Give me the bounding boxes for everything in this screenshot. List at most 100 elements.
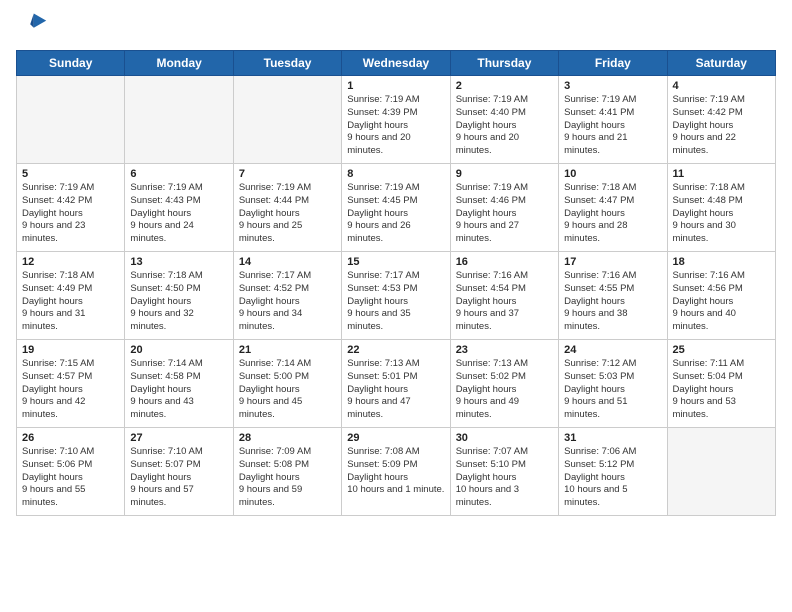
calendar-cell [17, 76, 125, 164]
calendar-header: SundayMondayTuesdayWednesdayThursdayFrid… [17, 51, 776, 76]
day-number: 12 [22, 256, 119, 268]
day-info: Sunrise: 7:15 AMSunset: 4:57 PMDaylight … [22, 358, 119, 422]
calendar-cell [125, 76, 233, 164]
calendar-cell: 7Sunrise: 7:19 AMSunset: 4:44 PMDaylight… [233, 164, 341, 252]
week-row-3: 12Sunrise: 7:18 AMSunset: 4:49 PMDayligh… [17, 252, 776, 340]
day-number: 20 [130, 344, 227, 356]
day-info: Sunrise: 7:14 AMSunset: 4:58 PMDaylight … [130, 358, 227, 422]
calendar-body: 1 Sunrise: 7:19 AMSunset: 4:39 PMDaylight… [17, 76, 776, 516]
day-number: 5 [22, 168, 119, 180]
calendar-cell: 31 Sunrise: 7:06 AMSunset: 5:12 PMDayligh… [559, 428, 667, 516]
calendar-cell: 18 Sunrise: 7:16 AMSunset: 4:56 PMDayligh… [667, 252, 775, 340]
calendar-cell: 23 Sunrise: 7:13 AMSunset: 5:02 PMDayligh… [450, 340, 558, 428]
day-number: 26 [22, 432, 119, 444]
day-info: Sunrise: 7:19 AMSunset: 4:42 PMDaylight … [22, 182, 119, 246]
header-row: SundayMondayTuesdayWednesdayThursdayFrid… [17, 51, 776, 76]
calendar-cell: 1 Sunrise: 7:19 AMSunset: 4:39 PMDaylight… [342, 76, 450, 164]
calendar-cell: 20 Sunrise: 7:14 AMSunset: 4:58 PMDayligh… [125, 340, 233, 428]
day-info: Sunrise: 7:19 AMSunset: 4:40 PMDaylight … [456, 94, 553, 158]
calendar-cell: 15 Sunrise: 7:17 AMSunset: 4:53 PMDayligh… [342, 252, 450, 340]
day-number: 6 [130, 168, 227, 180]
day-number: 10 [564, 168, 661, 180]
day-number: 16 [456, 256, 553, 268]
day-number: 29 [347, 432, 444, 444]
day-number: 23 [456, 344, 553, 356]
day-info: Sunrise: 7:10 AMSunset: 5:07 PMDaylight … [130, 446, 227, 510]
calendar-cell: 11 Sunrise: 7:18 AMSunset: 4:48 PMDayligh… [667, 164, 775, 252]
day-info: Sunrise: 7:06 AMSunset: 5:12 PMDaylight … [564, 446, 661, 510]
week-row-2: 5 Sunrise: 7:19 AMSunset: 4:42 PMDaylight… [17, 164, 776, 252]
calendar-cell: 14Sunrise: 7:17 AMSunset: 4:52 PMDayligh… [233, 252, 341, 340]
logo [16, 10, 52, 42]
calendar-cell: 5 Sunrise: 7:19 AMSunset: 4:42 PMDaylight… [17, 164, 125, 252]
calendar-cell: 13 Sunrise: 7:18 AMSunset: 4:50 PMDayligh… [125, 252, 233, 340]
day-info: Sunrise: 7:08 AMSunset: 5:09 PMDaylight … [347, 446, 444, 497]
calendar-cell: 16Sunrise: 7:16 AMSunset: 4:54 PMDayligh… [450, 252, 558, 340]
day-info: Sunrise: 7:11 AMSunset: 5:04 PMDaylight … [673, 358, 770, 422]
calendar-cell: 10 Sunrise: 7:18 AMSunset: 4:47 PMDayligh… [559, 164, 667, 252]
day-number: 13 [130, 256, 227, 268]
day-number: 31 [564, 432, 661, 444]
calendar-cell: 27 Sunrise: 7:10 AMSunset: 5:07 PMDayligh… [125, 428, 233, 516]
day-info: Sunrise: 7:13 AMSunset: 5:01 PMDaylight … [347, 358, 444, 422]
day-number: 14 [239, 256, 336, 268]
day-number: 24 [564, 344, 661, 356]
day-number: 2 [456, 80, 553, 92]
day-info: Sunrise: 7:09 AMSunset: 5:08 PMDaylight … [239, 446, 336, 510]
calendar-cell: 26 Sunrise: 7:10 AMSunset: 5:06 PMDayligh… [17, 428, 125, 516]
calendar-cell: 4Sunrise: 7:19 AMSunset: 4:42 PMDaylight… [667, 76, 775, 164]
day-number: 11 [673, 168, 770, 180]
day-number: 8 [347, 168, 444, 180]
day-number: 21 [239, 344, 336, 356]
day-number: 25 [673, 344, 770, 356]
day-info: Sunrise: 7:19 AMSunset: 4:41 PMDaylight … [564, 94, 661, 158]
day-number: 27 [130, 432, 227, 444]
day-number: 1 [347, 80, 444, 92]
day-info: Sunrise: 7:18 AMSunset: 4:50 PMDaylight … [130, 270, 227, 334]
calendar-cell: 22 Sunrise: 7:13 AMSunset: 5:01 PMDayligh… [342, 340, 450, 428]
calendar-cell: 21Sunrise: 7:14 AMSunset: 5:00 PMDayligh… [233, 340, 341, 428]
day-number: 15 [347, 256, 444, 268]
day-info: Sunrise: 7:17 AMSunset: 4:53 PMDaylight … [347, 270, 444, 334]
logo-icon [16, 10, 48, 42]
day-info: Sunrise: 7:19 AMSunset: 4:45 PMDaylight … [347, 182, 444, 246]
header-day-monday: Monday [125, 51, 233, 76]
day-number: 22 [347, 344, 444, 356]
calendar-cell: 9 Sunrise: 7:19 AMSunset: 4:46 PMDaylight… [450, 164, 558, 252]
day-number: 18 [673, 256, 770, 268]
week-row-5: 26 Sunrise: 7:10 AMSunset: 5:06 PMDayligh… [17, 428, 776, 516]
week-row-1: 1 Sunrise: 7:19 AMSunset: 4:39 PMDaylight… [17, 76, 776, 164]
day-info: Sunrise: 7:16 AMSunset: 4:56 PMDaylight … [673, 270, 770, 334]
calendar-table: SundayMondayTuesdayWednesdayThursdayFrid… [16, 50, 776, 516]
header-day-sunday: Sunday [17, 51, 125, 76]
day-info: Sunrise: 7:10 AMSunset: 5:06 PMDaylight … [22, 446, 119, 510]
day-info: Sunrise: 7:18 AMSunset: 4:47 PMDaylight … [564, 182, 661, 246]
day-number: 3 [564, 80, 661, 92]
calendar-cell: 25 Sunrise: 7:11 AMSunset: 5:04 PMDayligh… [667, 340, 775, 428]
header-day-wednesday: Wednesday [342, 51, 450, 76]
day-info: Sunrise: 7:19 AMSunset: 4:44 PMDaylight … [239, 182, 336, 246]
day-info: Sunrise: 7:19 AMSunset: 4:39 PMDaylight … [347, 94, 444, 158]
header [16, 10, 776, 42]
week-row-4: 19 Sunrise: 7:15 AMSunset: 4:57 PMDayligh… [17, 340, 776, 428]
calendar-cell: 24 Sunrise: 7:12 AMSunset: 5:03 PMDayligh… [559, 340, 667, 428]
calendar-cell: 2 Sunrise: 7:19 AMSunset: 4:40 PMDaylight… [450, 76, 558, 164]
day-number: 19 [22, 344, 119, 356]
header-day-saturday: Saturday [667, 51, 775, 76]
day-info: Sunrise: 7:12 AMSunset: 5:03 PMDaylight … [564, 358, 661, 422]
calendar-cell: 28Sunrise: 7:09 AMSunset: 5:08 PMDayligh… [233, 428, 341, 516]
header-day-thursday: Thursday [450, 51, 558, 76]
day-info: Sunrise: 7:19 AMSunset: 4:43 PMDaylight … [130, 182, 227, 246]
day-number: 9 [456, 168, 553, 180]
calendar-cell: 17Sunrise: 7:16 AMSunset: 4:55 PMDayligh… [559, 252, 667, 340]
day-info: Sunrise: 7:19 AMSunset: 4:46 PMDaylight … [456, 182, 553, 246]
day-number: 30 [456, 432, 553, 444]
day-info: Sunrise: 7:19 AMSunset: 4:42 PMDaylight … [673, 94, 770, 158]
calendar-cell: 12Sunrise: 7:18 AMSunset: 4:49 PMDayligh… [17, 252, 125, 340]
calendar-cell: 6 Sunrise: 7:19 AMSunset: 4:43 PMDaylight… [125, 164, 233, 252]
day-info: Sunrise: 7:18 AMSunset: 4:48 PMDaylight … [673, 182, 770, 246]
header-day-tuesday: Tuesday [233, 51, 341, 76]
calendar-cell: 8 Sunrise: 7:19 AMSunset: 4:45 PMDaylight… [342, 164, 450, 252]
day-info: Sunrise: 7:07 AMSunset: 5:10 PMDaylight … [456, 446, 553, 510]
day-info: Sunrise: 7:13 AMSunset: 5:02 PMDaylight … [456, 358, 553, 422]
